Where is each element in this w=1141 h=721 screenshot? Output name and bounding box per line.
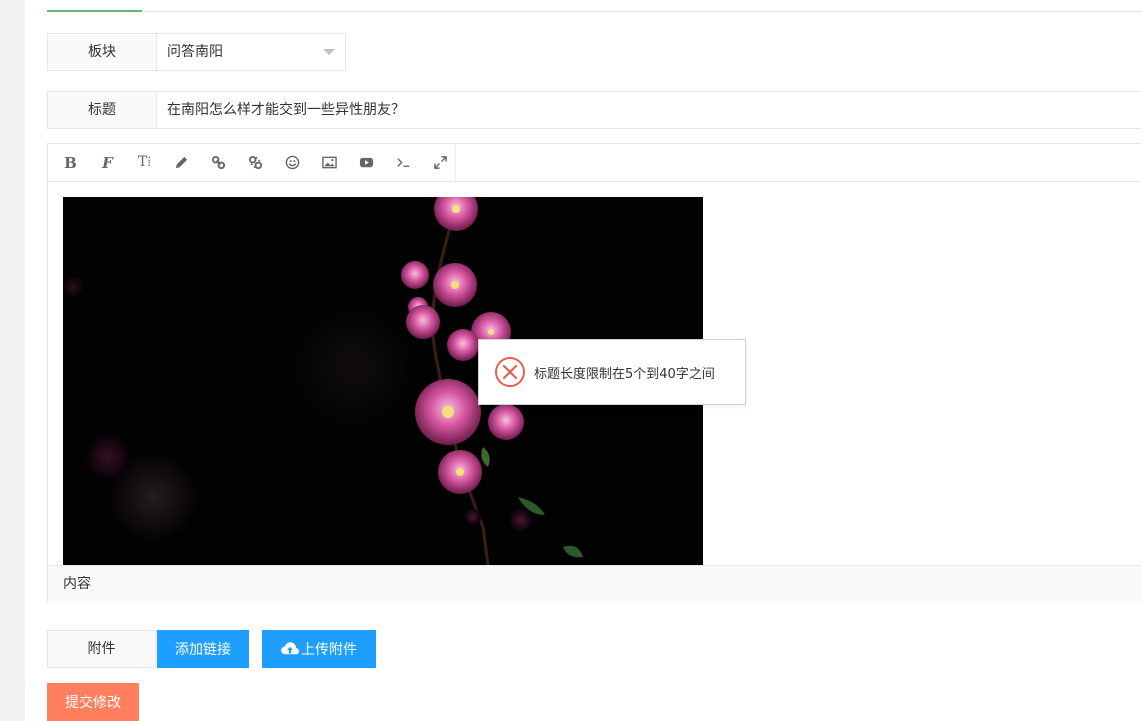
code-icon[interactable] (385, 144, 422, 181)
board-label: 板块 (47, 33, 156, 71)
error-circle-icon (495, 357, 525, 387)
text-size-icon[interactable]: T⁞ (126, 144, 163, 181)
submit-edit-button[interactable]: 提交修改 (47, 683, 139, 721)
upload-attachment-button[interactable]: 上传附件 (262, 630, 376, 668)
tab-divider (47, 11, 1141, 12)
unlink-icon[interactable] (237, 144, 274, 181)
board-row: 板块 问答南阳 (47, 33, 346, 71)
left-strip (0, 0, 25, 721)
editor-toolbar: B F T⁞ (48, 144, 1141, 182)
attachment-label: 附件 (47, 630, 156, 668)
image-icon[interactable] (311, 144, 348, 181)
font-icon[interactable]: F (89, 144, 126, 181)
link-icon[interactable] (200, 144, 237, 181)
toast-message: 标题长度限制在5个到40字之间 (534, 366, 715, 382)
emoji-icon[interactable] (274, 144, 311, 181)
board-select[interactable]: 问答南阳 (156, 33, 346, 71)
title-label: 标题 (47, 91, 156, 129)
add-link-button[interactable]: 添加链接 (157, 630, 249, 668)
title-input[interactable]: 在南阳怎么样才能交到一些异性朋友？ (156, 91, 1141, 129)
toolbar-separator (455, 144, 456, 182)
attachment-row: 附件 (47, 630, 156, 668)
fullscreen-icon[interactable] (422, 144, 459, 181)
error-toast: 标题长度限制在5个到40字之间 (478, 339, 746, 405)
bold-icon[interactable]: B (52, 144, 89, 181)
chevron-down-icon (323, 49, 335, 55)
pencil-icon[interactable] (163, 144, 200, 181)
upload-button-label: 上传附件 (301, 641, 357, 657)
title-row: 标题 在南阳怎么样才能交到一些异性朋友？ (47, 91, 1141, 129)
content-label: 内容 (48, 565, 1141, 603)
cloud-upload-icon (281, 642, 299, 655)
active-tab-indicator (47, 10, 142, 12)
board-select-value: 问答南阳 (167, 44, 223, 60)
video-icon[interactable] (348, 144, 385, 181)
